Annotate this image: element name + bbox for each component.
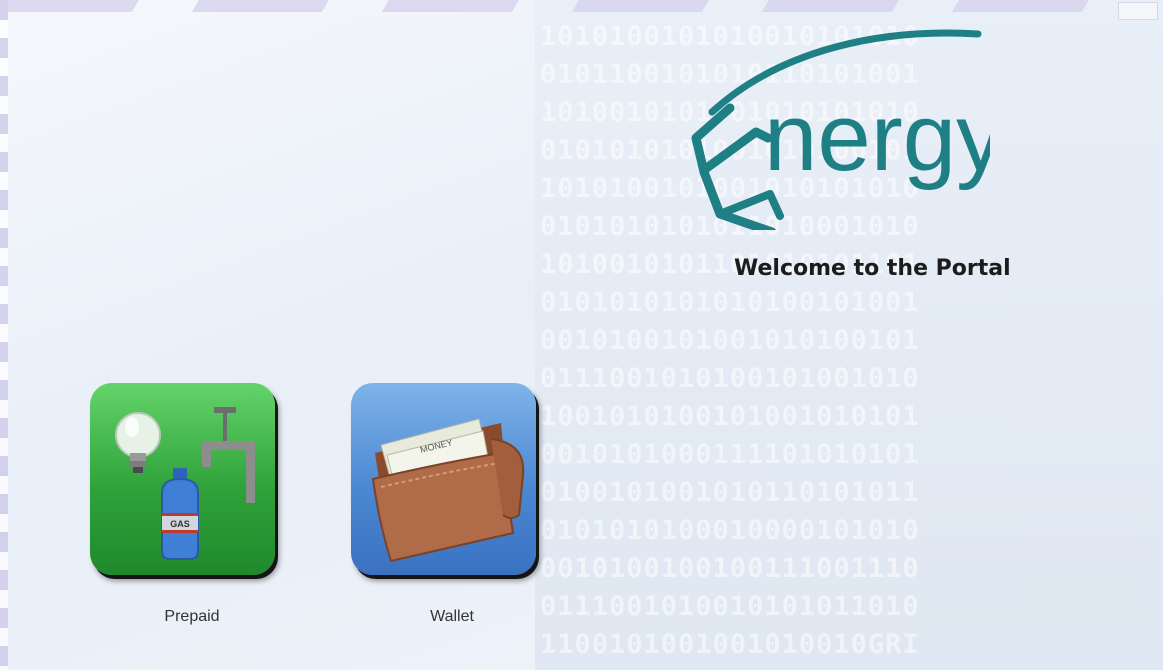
- binary-row: 1001010100101001010101: [540, 401, 920, 432]
- wallet-button[interactable]: MONEY: [351, 383, 536, 575]
- energy-logo-graphic: nergy: [691, 29, 1004, 237]
- binary-row: 0010100100100111001110: [540, 553, 920, 584]
- binary-row: 0010100101001010100101: [540, 325, 920, 356]
- wallet-icon: MONEY: [371, 418, 525, 563]
- prepaid-label[interactable]: Prepaid: [112, 608, 272, 626]
- welcome-heading: Welcome to the Portal: [734, 256, 1011, 281]
- binary-row: 0111001010100101001010: [540, 363, 920, 394]
- binary-row: 0101010101010100101001: [540, 287, 920, 318]
- top-edge-decoration: [0, 0, 1163, 14]
- binary-row: 0101010100010000101010: [540, 515, 920, 546]
- wallet-label[interactable]: Wallet: [372, 608, 532, 626]
- corner-box: [1118, 2, 1158, 20]
- binary-row: 0111001010010101011010: [540, 591, 920, 622]
- left-edge-decoration: [0, 0, 8, 670]
- logo-text: nergy: [764, 84, 990, 191]
- energy-logo: nergy: [660, 20, 1004, 237]
- utilities-icon: GAS: [115, 407, 255, 560]
- prepaid-button[interactable]: GAS: [90, 383, 275, 575]
- binary-row: 0010101000111101010101: [540, 439, 920, 470]
- gas-label: GAS: [170, 519, 190, 529]
- binary-row: 0100101001010110101011: [540, 477, 920, 508]
- binary-row: 1100101001001010010GRI: [540, 629, 920, 660]
